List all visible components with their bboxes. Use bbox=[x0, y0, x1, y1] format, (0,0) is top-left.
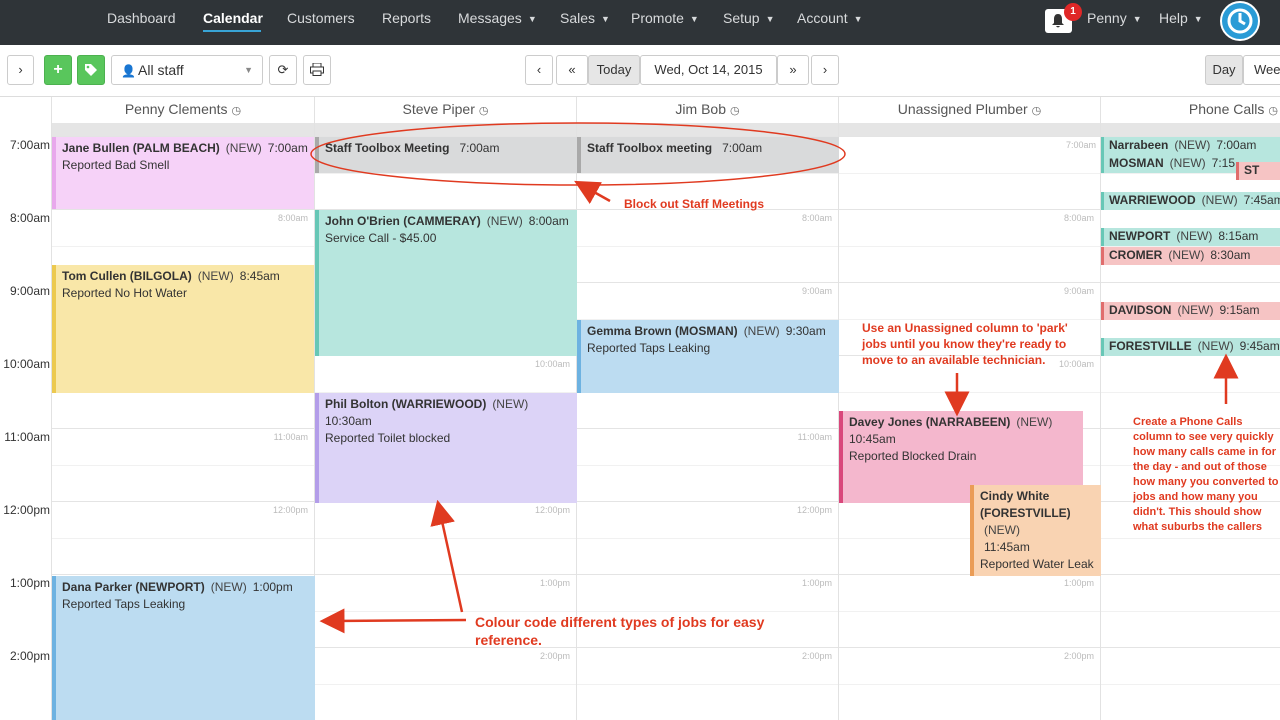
arrow-icon bbox=[574, 180, 611, 205]
annotation-overlay bbox=[310, 122, 1239, 634]
annotation-colour-code: Colour code different types of jobs for … bbox=[475, 614, 765, 648]
annotation-phone-calls: Create a Phone Calls column to see very … bbox=[1133, 416, 1279, 533]
annotation-staff-meetings: Block out Staff Meetings bbox=[624, 197, 765, 211]
arrow-icon bbox=[319, 608, 467, 634]
staff-meeting-ellipse bbox=[310, 122, 846, 186]
annotation-unassigned-column: Use an Unassigned column to 'park' jobs … bbox=[862, 321, 1068, 367]
arrow-icon bbox=[430, 499, 464, 613]
